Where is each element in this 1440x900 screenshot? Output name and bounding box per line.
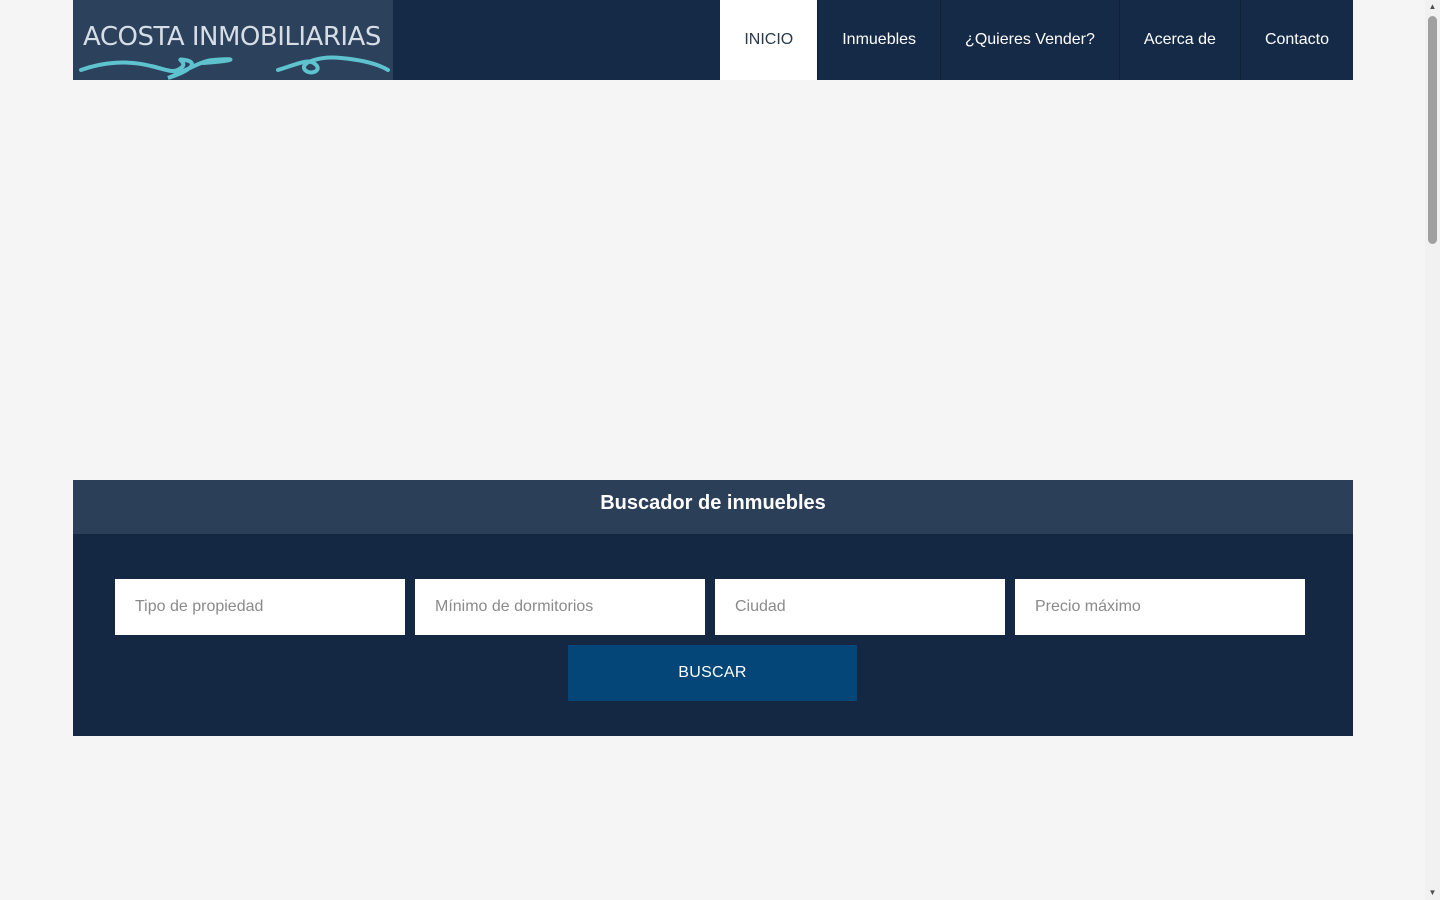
max-price-input[interactable] bbox=[1015, 579, 1305, 635]
nav-item-contacto[interactable]: Contacto bbox=[1239, 0, 1353, 80]
scroll-up-icon[interactable]: ▲ bbox=[1425, 0, 1440, 14]
nav-item-inicio[interactable]: INICIO bbox=[720, 0, 818, 80]
scroll-down-icon[interactable]: ▼ bbox=[1425, 886, 1440, 900]
site-logo[interactable]: ACOSTA INMOBILIARIAS bbox=[73, 0, 393, 80]
page: ACOSTA INMOBILIARIAS INICIO Inmuebles ¿Q… bbox=[0, 0, 1425, 900]
city-input[interactable] bbox=[715, 579, 1005, 635]
search-panel: BUSCAR bbox=[73, 534, 1353, 736]
nav-item-acerca-de[interactable]: Acerca de bbox=[1118, 0, 1240, 80]
site-header: ACOSTA INMOBILIARIAS INICIO Inmuebles ¿Q… bbox=[73, 0, 1353, 80]
property-type-input[interactable] bbox=[115, 579, 405, 635]
nav-item-inmuebles[interactable]: Inmuebles bbox=[817, 0, 940, 80]
search-panel-title: Buscador de inmuebles bbox=[73, 480, 1353, 534]
nav-item-quieres-vender[interactable]: ¿Quieres Vender? bbox=[940, 0, 1119, 80]
scroll-thumb[interactable] bbox=[1428, 16, 1437, 244]
logo-wave-icon bbox=[79, 55, 390, 80]
min-bedrooms-input[interactable] bbox=[415, 579, 705, 635]
search-button[interactable]: BUSCAR bbox=[568, 645, 857, 701]
main-nav: INICIO Inmuebles ¿Quieres Vender? Acerca… bbox=[720, 0, 1353, 80]
page-scrollbar[interactable]: ▲ ▼ bbox=[1425, 0, 1440, 900]
